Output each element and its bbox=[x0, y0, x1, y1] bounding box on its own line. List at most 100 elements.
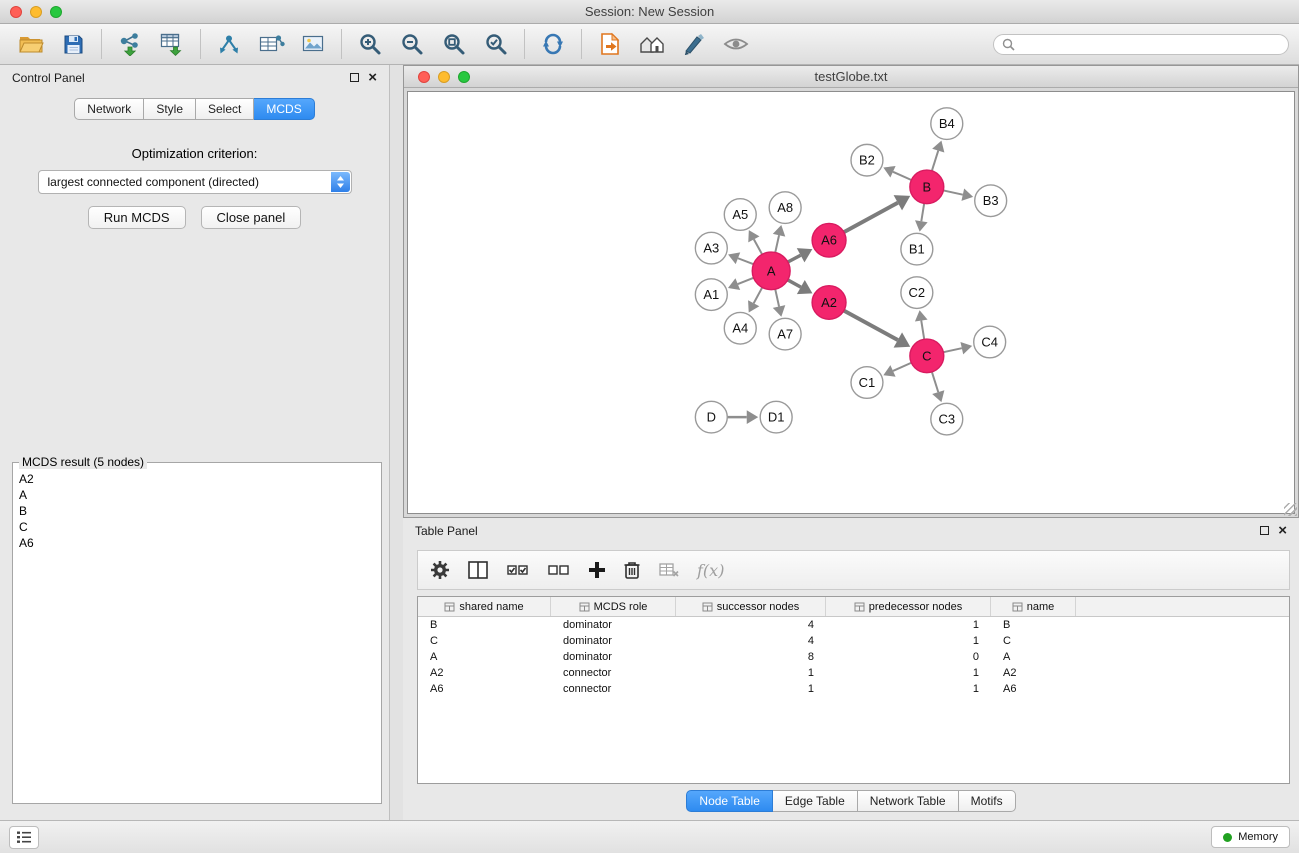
graph-edge-A-A3[interactable] bbox=[738, 258, 754, 264]
column-header-MCDS-role[interactable]: MCDS role bbox=[551, 597, 676, 616]
memory-button[interactable]: Memory bbox=[1211, 826, 1290, 848]
graph-edge-A6-B[interactable] bbox=[844, 203, 898, 232]
network-canvas[interactable]: AA2A6BCA1A3A4A5A7A8B1B2B3B4C1C2C3C4DD1 bbox=[407, 91, 1295, 514]
new-network-button[interactable] bbox=[208, 27, 250, 61]
graph-node-label: C bbox=[922, 348, 931, 363]
graphics-details-button[interactable] bbox=[673, 27, 715, 61]
run-mcds-button[interactable]: Run MCDS bbox=[88, 206, 186, 229]
close-panel-button[interactable]: Close panel bbox=[201, 206, 302, 229]
open-document-button[interactable] bbox=[589, 27, 631, 61]
result-item[interactable]: B bbox=[19, 503, 375, 519]
column-header-shared-name[interactable]: shared name bbox=[418, 597, 551, 616]
tab-style[interactable]: Style bbox=[144, 98, 196, 120]
float-table-panel-button[interactable] bbox=[1260, 524, 1269, 538]
column-header-name[interactable]: name bbox=[991, 597, 1076, 616]
tab-mcds[interactable]: MCDS bbox=[254, 98, 314, 120]
import-network-button[interactable] bbox=[109, 27, 151, 61]
import-table-icon bbox=[159, 32, 185, 56]
graph-edge-A-A5[interactable] bbox=[754, 239, 762, 254]
result-item[interactable]: A6 bbox=[19, 535, 375, 551]
zoom-fit-button[interactable] bbox=[433, 27, 475, 61]
open-session-button[interactable] bbox=[10, 27, 52, 61]
home-icon bbox=[638, 33, 666, 55]
import-table-button[interactable] bbox=[151, 27, 193, 61]
resize-grip[interactable] bbox=[1284, 503, 1297, 516]
tab-edge-table[interactable]: Edge Table bbox=[773, 790, 858, 812]
zoom-selected-button[interactable] bbox=[475, 27, 517, 61]
new-network-icon bbox=[217, 33, 241, 55]
titlebar: Session: New Session bbox=[0, 0, 1299, 24]
tab-motifs[interactable]: Motifs bbox=[959, 790, 1016, 812]
search-field[interactable] bbox=[993, 34, 1289, 55]
tab-node-table[interactable]: Node Table bbox=[686, 790, 773, 812]
graph-edge-C-C3[interactable] bbox=[932, 372, 938, 392]
delete-column-button[interactable] bbox=[623, 555, 641, 585]
main-toolbar bbox=[0, 24, 1299, 65]
graph-edge-B-B3[interactable] bbox=[943, 190, 962, 194]
graph-edge-A-A2[interactable] bbox=[788, 280, 801, 287]
float-panel-button[interactable] bbox=[350, 71, 359, 85]
column-header-predecessor-nodes[interactable]: predecessor nodes bbox=[826, 597, 991, 616]
table-cell: dominator bbox=[551, 635, 676, 647]
add-column-button[interactable] bbox=[588, 555, 606, 585]
table-cell: 1 bbox=[826, 619, 991, 631]
export-image-icon bbox=[301, 33, 325, 55]
import-network-icon bbox=[117, 32, 143, 56]
close-table-panel-icon[interactable]: × bbox=[1278, 526, 1287, 536]
deselect-all-button[interactable] bbox=[547, 555, 571, 585]
table-row[interactable]: Bdominator41B bbox=[418, 617, 1289, 633]
table-cell: connector bbox=[551, 667, 676, 679]
export-image-button[interactable] bbox=[292, 27, 334, 61]
select-all-button[interactable] bbox=[506, 555, 530, 585]
tab-network[interactable]: Network bbox=[74, 98, 144, 120]
toolbar-separator bbox=[101, 29, 102, 59]
delete-table-button[interactable] bbox=[658, 555, 680, 585]
memory-label: Memory bbox=[1238, 831, 1278, 843]
zoom-in-button[interactable] bbox=[349, 27, 391, 61]
select-stepper-icon bbox=[331, 172, 350, 192]
task-history-button[interactable] bbox=[9, 826, 39, 849]
graph-edge-C-C1[interactable] bbox=[893, 363, 911, 371]
graph-edge-A-A1[interactable] bbox=[738, 278, 754, 284]
table-row[interactable]: Adominator80A bbox=[418, 649, 1289, 665]
graph-node-label: A bbox=[767, 263, 776, 278]
network-window: testGlobe.txt AA2A6BCA1A3A4A5A7A8B1B2B3B… bbox=[403, 65, 1299, 518]
control-panel: Control Panel × NetworkStyleSelectMCDS O… bbox=[0, 65, 390, 820]
close-panel-icon[interactable]: × bbox=[368, 73, 377, 83]
result-item[interactable]: A bbox=[19, 487, 375, 503]
function-builder-button[interactable]: f(x) bbox=[697, 555, 724, 585]
graph-edge-B-B2[interactable] bbox=[893, 172, 911, 180]
column-header-successor-nodes[interactable]: successor nodes bbox=[676, 597, 826, 616]
result-item[interactable]: C bbox=[19, 519, 375, 535]
table-cell: 0 bbox=[826, 651, 991, 663]
graph-edge-B-B1[interactable] bbox=[921, 203, 924, 221]
show-hide-button[interactable] bbox=[715, 27, 757, 61]
table-row[interactable]: A6connector11A6 bbox=[418, 681, 1289, 697]
search-icon bbox=[1002, 38, 1015, 51]
criterion-select[interactable]: largest connected component (directed) bbox=[38, 170, 352, 194]
graph-edge-A2-C[interactable] bbox=[844, 311, 898, 340]
graph-edge-B-B4[interactable] bbox=[932, 151, 938, 171]
table-row[interactable]: A2connector11A2 bbox=[418, 665, 1289, 681]
graph-edge-A-A7[interactable] bbox=[775, 289, 779, 306]
search-input[interactable] bbox=[1020, 37, 1280, 51]
graph-edge-C-C2[interactable] bbox=[921, 321, 924, 340]
save-session-button[interactable] bbox=[52, 27, 94, 61]
show-columns-button[interactable] bbox=[467, 555, 489, 585]
new-network-table-button[interactable] bbox=[250, 27, 292, 61]
home-button[interactable] bbox=[631, 27, 673, 61]
graph-edge-C-C4[interactable] bbox=[943, 348, 961, 352]
zoom-out-button[interactable] bbox=[391, 27, 433, 61]
tab-select[interactable]: Select bbox=[196, 98, 254, 120]
brush-icon bbox=[682, 33, 706, 55]
apply-layout-button[interactable] bbox=[532, 27, 574, 61]
table-options-button[interactable] bbox=[430, 555, 450, 585]
graph-edge-A-A6[interactable] bbox=[788, 255, 801, 262]
zoom-fit-icon bbox=[442, 32, 466, 56]
graph-edge-A-A4[interactable] bbox=[754, 287, 763, 303]
table-row[interactable]: Cdominator41C bbox=[418, 633, 1289, 649]
result-item[interactable]: A2 bbox=[19, 471, 375, 487]
tab-network-table[interactable]: Network Table bbox=[858, 790, 959, 812]
graph-node-label: D bbox=[707, 410, 716, 425]
graph-edge-A-A8[interactable] bbox=[775, 235, 779, 252]
